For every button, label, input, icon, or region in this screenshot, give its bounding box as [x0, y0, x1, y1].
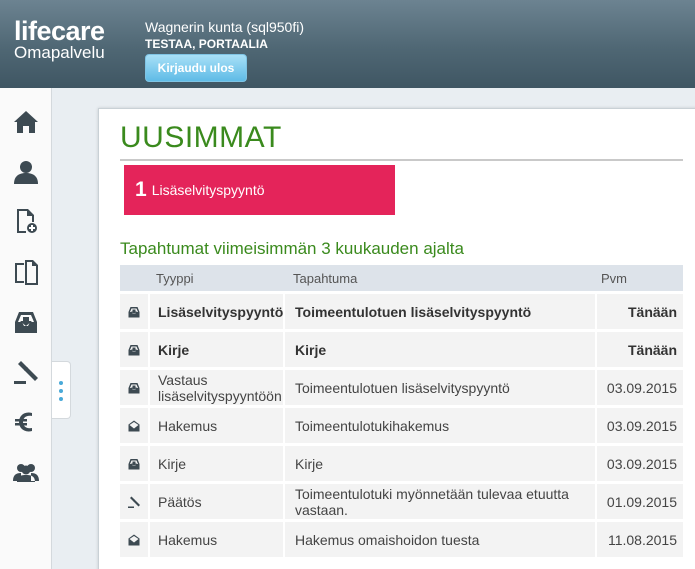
logout-button[interactable]: Kirjaudu ulos — [145, 54, 247, 82]
user-name: TESTAA, PORTAALIA — [145, 37, 268, 51]
title-divider — [120, 159, 683, 161]
row-event: Toimeentulotuen lisäselvityspyyntö — [283, 294, 595, 329]
app-logo[interactable]: lifecare Omapalvelu — [14, 18, 105, 62]
table-row[interactable]: Lisäselvityspyyntö Toimeentulotuen lisäs… — [120, 291, 683, 329]
row-event: Kirje — [283, 332, 595, 367]
header-type[interactable]: Tyyppi — [148, 271, 283, 286]
inbox-icon — [120, 446, 148, 481]
row-type: Kirje — [148, 332, 283, 367]
row-date: Tänään — [595, 294, 683, 329]
table-header: Tyyppi Tapahtuma Pvm — [120, 265, 683, 291]
new-requests-alert[interactable]: 1 Lisäselvityspyyntö — [124, 165, 395, 215]
row-event: Hakemus omaishoidon tuesta — [283, 522, 595, 557]
table-row[interactable]: Vastaus lisäselvityspyyntöön Toimeentulo… — [120, 367, 683, 405]
user-info: Wagnerin kunta (sql950fi) TESTAA, PORTAA… — [145, 19, 304, 51]
group-icon[interactable] — [10, 456, 42, 488]
row-date: 03.09.2015 — [595, 370, 683, 405]
row-date: 03.09.2015 — [595, 446, 683, 481]
user-icon[interactable] — [10, 156, 42, 188]
open-envelope-icon — [120, 408, 148, 443]
row-date: 01.09.2015 — [595, 484, 683, 519]
new-document-icon[interactable] — [10, 205, 42, 237]
row-type: Vastaus lisäselvityspyyntöön — [148, 370, 283, 405]
row-event: Toimeentulotukihakemus — [283, 408, 595, 443]
row-type: Hakemus — [148, 522, 283, 557]
table-row[interactable]: Hakemus Hakemus omaishoidon tuesta 11.08… — [120, 519, 683, 557]
row-type: Hakemus — [148, 408, 283, 443]
main-panel: UUSIMMAT 1 Lisäselvityspyyntö Tapahtumat… — [98, 108, 695, 569]
logo-main-text: lifecare — [14, 16, 105, 46]
table-row[interactable]: Kirje Kirje Tänään — [120, 329, 683, 367]
inbox-icon[interactable] — [10, 306, 42, 338]
organization-name: Wagnerin kunta (sql950fi) — [145, 19, 305, 35]
header-event[interactable]: Tapahtuma — [283, 271, 595, 286]
table-row[interactable]: Hakemus Toimeentulotukihakemus 03.09.201… — [120, 405, 683, 443]
row-event: Toimeentulotuki myönnetään tulevaa etuut… — [283, 484, 595, 519]
row-date: Tänään — [595, 332, 683, 367]
alert-count: 1 — [135, 178, 147, 201]
row-type: Kirje — [148, 446, 283, 481]
inbox-icon — [120, 370, 148, 405]
gavel-icon — [120, 484, 148, 519]
inbox-icon — [120, 332, 148, 367]
row-event: Kirje — [283, 446, 595, 481]
row-type: Päätös — [148, 484, 283, 519]
table-row[interactable]: Kirje Kirje 03.09.2015 — [120, 443, 683, 481]
row-date: 11.08.2015 — [595, 522, 683, 557]
logo-sub-text: Omapalvelu — [14, 43, 105, 62]
top-header: lifecare Omapalvelu Wagnerin kunta (sql9… — [0, 0, 695, 88]
sidebar-toggle-handle[interactable] — [52, 361, 71, 419]
header-date[interactable]: Pvm — [595, 271, 683, 286]
page-title: UUSIMMAT — [120, 121, 282, 154]
row-date: 03.09.2015 — [595, 408, 683, 443]
euro-icon[interactable] — [10, 406, 42, 438]
alert-label: Lisäselvityspyyntö — [151, 182, 265, 198]
row-type: Lisäselvityspyyntö — [148, 294, 283, 329]
home-icon[interactable] — [10, 106, 42, 138]
section-title: Tapahtumat viimeisimmän 3 kuukauden ajal… — [120, 239, 464, 258]
inbox-icon — [120, 294, 148, 329]
open-envelope-icon — [120, 522, 148, 557]
documents-icon[interactable] — [10, 256, 42, 288]
events-table: Tyyppi Tapahtuma Pvm Lisäselvityspyyntö … — [120, 265, 683, 557]
row-event: Toimeentulotuen lisäselvityspyyntö — [283, 370, 595, 405]
gavel-icon[interactable] — [10, 356, 42, 388]
table-row[interactable]: Päätös Toimeentulotuki myönnetään tuleva… — [120, 481, 683, 519]
sidebar-nav — [0, 88, 52, 569]
